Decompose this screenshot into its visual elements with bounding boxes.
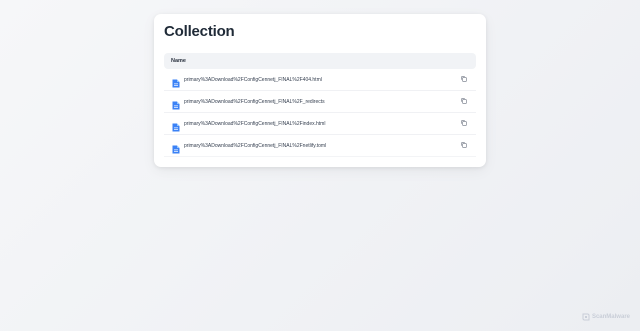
copy-icon[interactable] (460, 97, 468, 105)
file-icon (172, 75, 180, 88)
copy-icon[interactable] (460, 141, 468, 149)
copy-icon[interactable] (460, 119, 468, 127)
collection-card: Collection Name primary%3ADownload%2FCon… (154, 14, 486, 167)
file-icon (172, 119, 180, 132)
file-icon (172, 97, 180, 110)
table-header: Name (164, 53, 476, 69)
file-name[interactable]: primary%3ADownload%2FConfigCennetj_FINAL… (184, 99, 325, 105)
file-name[interactable]: primary%3ADownload%2FConfigCennetj_FINAL… (184, 121, 325, 127)
table-row[interactable]: primary%3ADownload%2FConfigCennetj_FINAL… (164, 69, 476, 91)
brand-label: ScanMalware (591, 314, 630, 320)
file-name[interactable]: primary%3ADownload%2FConfigCennetj_FINAL… (184, 143, 326, 149)
scanmalware-logo-icon (582, 313, 590, 321)
column-header-name: Name (171, 58, 186, 64)
copy-icon[interactable] (460, 75, 468, 83)
brand-watermark[interactable]: ScanMalware (582, 313, 630, 321)
table-row[interactable]: primary%3ADownload%2FConfigCennetj_FINAL… (164, 91, 476, 113)
table-row[interactable]: primary%3ADownload%2FConfigCennetj_FINAL… (164, 113, 476, 135)
file-icon (172, 141, 180, 154)
file-table: Name primary%3ADownload%2FConfigCennetj_… (164, 53, 476, 157)
table-row[interactable]: primary%3ADownload%2FConfigCennetj_FINAL… (164, 135, 476, 157)
page-title: Collection (164, 23, 235, 40)
file-name[interactable]: primary%3ADownload%2FConfigCennetj_FINAL… (184, 77, 322, 83)
